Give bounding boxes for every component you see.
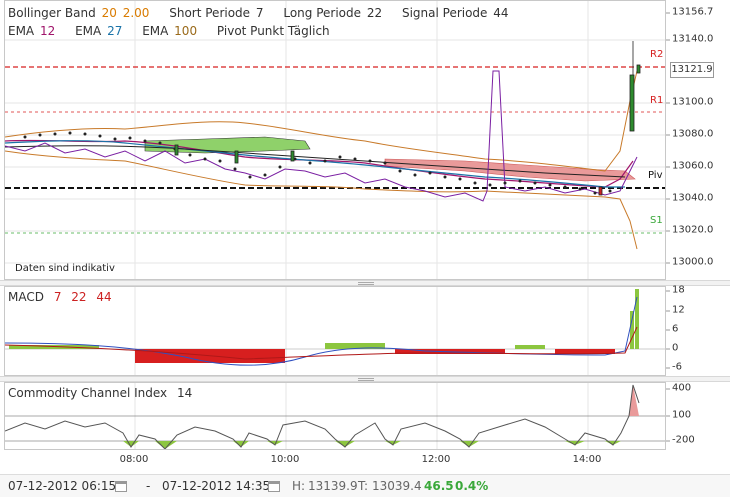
price-tick: 13020.0 <box>665 224 714 236</box>
grip-icon <box>358 378 374 381</box>
time-tick: 14:00 <box>572 454 602 465</box>
ema27-label: EMA <box>75 24 102 38</box>
short-period-label: Short Periode <box>169 6 251 20</box>
high-value: 13139.9 <box>308 479 358 493</box>
bollinger-lower <box>5 150 638 250</box>
change-percent: 0.4% <box>455 479 489 493</box>
signal-period-value: 44 <box>493 6 509 20</box>
signal-period-label: Signal Periode <box>401 6 488 20</box>
cci-axis: 400 100 -200 <box>665 382 730 450</box>
macd-tick: 18 <box>666 284 685 296</box>
price-tick: 13000.0 <box>665 256 714 268</box>
cci-panel: Commodity Channel Index 14 400 100 -200 <box>0 382 730 450</box>
bb-label: Bollinger Band <box>8 6 96 20</box>
from-date: 07-12-2012 06:15 <box>8 479 117 493</box>
bollinger-upper <box>5 70 638 172</box>
date-separator: - <box>146 479 151 493</box>
price-tick: 13140.0 <box>665 33 714 45</box>
macd-p2: 22 <box>71 290 87 304</box>
macd-p1: 7 <box>53 290 62 304</box>
cci-label: Commodity Channel Index <box>8 386 168 400</box>
cci-tick: -200 <box>666 434 695 446</box>
time-tick: 08:00 <box>119 454 149 465</box>
cci-tick: 400 <box>665 382 692 394</box>
price-panel: Daten sind indikativ Bollinger Band 20 2… <box>0 0 730 280</box>
current-price-badge: 13121.9 <box>670 62 714 78</box>
macd-tick: -6 <box>666 361 682 373</box>
macd-legend: MACD 7 22 44 <box>8 290 114 304</box>
price-axis: 13156.7 13140.0 13100.0 13080.0 13060.0 … <box>665 0 730 280</box>
ema12-value: 12 <box>39 24 56 38</box>
bb-period: 20 <box>101 6 117 20</box>
price-tick: 13156.7 <box>665 6 714 18</box>
short-period-value: 7 <box>255 6 264 20</box>
price-tick: 13060.0 <box>665 160 714 172</box>
macd-line <box>5 296 638 366</box>
pivot-piv-label: Piv <box>648 170 663 181</box>
pivot-r2-label: R2 <box>650 49 664 60</box>
ema100-label: EMA <box>142 24 169 38</box>
price-plot-area[interactable]: Daten sind indikativ <box>4 0 666 280</box>
from-calendar-icon[interactable] <box>115 475 127 497</box>
time-tick: 12:00 <box>421 454 451 465</box>
macd-tick: 6 <box>665 323 679 335</box>
price-tick: 13040.0 <box>665 192 714 204</box>
high-label: H: <box>292 479 306 493</box>
macd-tick: 12 <box>666 304 685 316</box>
price-chart <box>5 1 665 279</box>
ema12-label: EMA <box>8 24 35 38</box>
macd-panel: MACD 7 22 44 18 12 6 0 -6 <box>0 284 730 376</box>
long-period-value: 22 <box>366 6 383 20</box>
legend-row-1: Bollinger Band 20 2.00 Short Periode 7 L… <box>8 6 511 20</box>
low-label: T: <box>358 479 369 493</box>
indicative-note: Daten sind indikativ <box>15 263 115 274</box>
time-tick: 10:00 <box>270 454 300 465</box>
cci-oversold-fill <box>123 441 621 449</box>
grip-icon <box>358 282 374 285</box>
macd-p3: 44 <box>96 290 112 304</box>
change-value: 46.5 <box>424 479 454 493</box>
ema-27 <box>5 140 625 188</box>
pivot-daily-label: Pivot Punkt Täglich <box>216 24 330 38</box>
legend-row-2: EMA 12 EMA 27 EMA 100 Pivot Punkt Täglic… <box>8 24 332 38</box>
low-value: 13039.4 <box>372 479 422 493</box>
ema100-value: 100 <box>174 24 198 38</box>
to-calendar-icon[interactable] <box>268 475 280 497</box>
macd-tick: 0 <box>665 342 679 354</box>
ema27-value: 27 <box>107 24 123 38</box>
cci-period: 14 <box>176 386 193 400</box>
price-tick: 13080.0 <box>665 128 714 140</box>
pivot-r1-label: R1 <box>650 95 664 106</box>
macd-signal <box>5 326 638 360</box>
to-date: 07-12-2012 14:35 <box>162 479 271 493</box>
price-tick: 13100.0 <box>665 96 714 108</box>
macd-label: MACD <box>8 290 44 304</box>
time-axis: 08:00 10:00 12:00 14:00 <box>4 450 666 472</box>
footer-bar: 07-12-2012 06:15 - 07-12-2012 14:35 H: 1… <box>0 474 730 497</box>
pivot-s1-label: S1 <box>650 215 663 226</box>
cci-tick: 100 <box>665 409 692 421</box>
macd-axis: 18 12 6 0 -6 <box>665 284 730 376</box>
cci-legend: Commodity Channel Index 14 <box>8 386 194 400</box>
long-period-label: Long Periode <box>283 6 362 20</box>
bb-deviation: 2.00 <box>122 6 150 20</box>
